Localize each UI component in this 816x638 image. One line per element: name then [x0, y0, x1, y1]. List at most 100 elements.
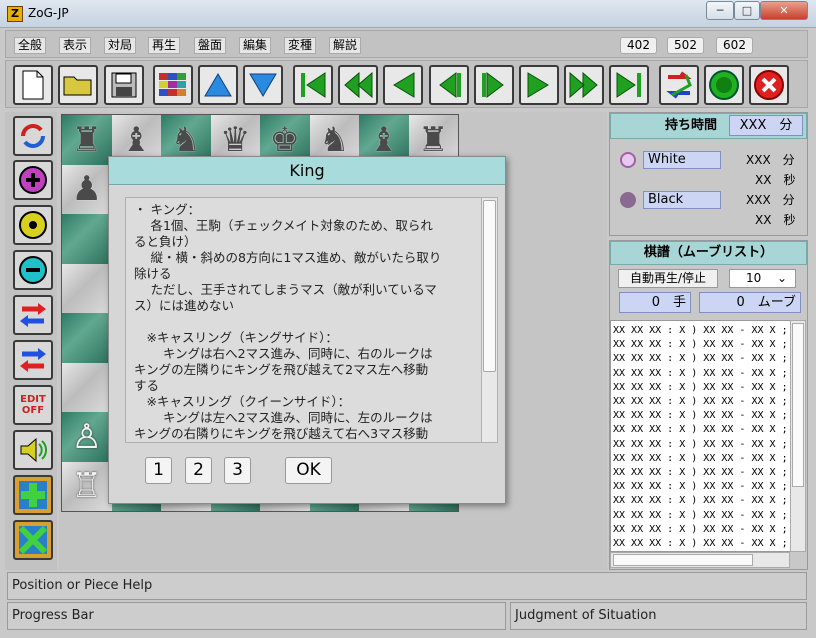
square-a3[interactable]: [62, 362, 112, 412]
move-list-item[interactable]: XX XX XX : X ) XX XX - XX X ; XX: [613, 409, 793, 423]
move-list-item[interactable]: XX XX XX : X ) XX XX - XX X ; XX: [613, 423, 793, 437]
move-list-item[interactable]: XX XX XX : X ) XX XX - XX X ; XX 01: [613, 324, 793, 338]
rotate-board-icon[interactable]: [13, 116, 53, 156]
dialog-title: King: [109, 157, 505, 185]
move-list-item[interactable]: XX XX XX : X ) XX XX - XX X ; XX: [613, 381, 793, 395]
piece-b8[interactable]: ♝: [121, 123, 151, 157]
move-list-item[interactable]: XX XX XX : X ) XX XX - XX X ; XX: [613, 352, 793, 366]
move-list-item[interactable]: XX XX XX : X ) XX XX - XX X ; XX: [613, 466, 793, 480]
black-minutes: XXX 分: [746, 193, 795, 207]
new-file-icon[interactable]: [13, 65, 53, 105]
move-list-item[interactable]: XX XX XX : X ) XX XX - XX X ; XX: [613, 523, 793, 537]
dialog-scroll-thumb[interactable]: [483, 200, 496, 372]
menu-general[interactable]: 全般: [14, 37, 47, 54]
white-player-name[interactable]: White: [643, 151, 721, 169]
page-1-button[interactable]: 1: [145, 457, 172, 484]
board-colors-icon[interactable]: [153, 65, 193, 105]
menu-board[interactable]: 盤面: [194, 37, 227, 54]
square-a4[interactable]: [62, 313, 112, 363]
square-a2[interactable]: ♙: [62, 412, 112, 462]
down-arrow-icon[interactable]: [243, 65, 283, 105]
step-back-icon[interactable]: [429, 65, 469, 105]
dialog-scrollbar[interactable]: [481, 197, 498, 443]
move-list-item[interactable]: XX XX XX : X ) XX XX - XX X ; XX: [613, 395, 793, 409]
maximize-button[interactable]: □: [734, 1, 760, 20]
white-seconds: XX 秒: [755, 173, 796, 187]
dot-icon[interactable]: [13, 205, 53, 245]
piece-h8[interactable]: ♜: [418, 123, 448, 157]
page-3-button[interactable]: 3: [224, 457, 251, 484]
fast-back-icon[interactable]: [338, 65, 378, 105]
close-button[interactable]: ✕: [760, 1, 808, 20]
piece-a2[interactable]: ♙: [72, 420, 102, 454]
minimize-button[interactable]: ─: [706, 1, 734, 20]
zoom-out-icon[interactable]: [13, 520, 53, 560]
piece-c8[interactable]: ♞: [171, 123, 201, 157]
dialog-text: ・ キング： 各1個、王駒（チェックメイト対象のため、取られ ると負け） 縦・横…: [125, 197, 482, 443]
movelist-hscroll-thumb[interactable]: [613, 554, 753, 566]
judgment-status: Judgment of Situation: [510, 602, 807, 630]
stop-icon[interactable]: [749, 65, 789, 105]
square-a8[interactable]: ♜: [62, 115, 112, 165]
menu-commentary[interactable]: 解説: [329, 37, 362, 54]
square-a6[interactable]: [62, 214, 112, 264]
open-folder-icon[interactable]: [58, 65, 98, 105]
last-move-icon[interactable]: [609, 65, 649, 105]
black-player-name[interactable]: Black: [643, 191, 721, 209]
move-list-item[interactable]: XX XX XX : X ) XX XX - XX X ; XX: [613, 494, 793, 508]
piece-e8[interactable]: ♚: [270, 123, 300, 157]
speed-select[interactable]: 10 ⌄: [729, 269, 796, 288]
movelist-vscroll[interactable]: [790, 320, 806, 552]
plus-icon[interactable]: [13, 160, 53, 200]
auto-play-button[interactable]: 自動再生/停止: [618, 269, 718, 288]
movelist-vscroll-thumb[interactable]: [792, 323, 804, 487]
minus-icon[interactable]: [13, 250, 53, 290]
square-a7[interactable]: ♟: [62, 164, 112, 214]
swap-red-blue-icon[interactable]: [13, 295, 53, 335]
piece-a1[interactable]: ♖: [72, 469, 102, 503]
up-arrow-icon[interactable]: [198, 65, 238, 105]
menu-variant[interactable]: 変種: [284, 37, 317, 54]
move-list-item[interactable]: XX XX XX : X ) XX XX - XX X ; XX: [613, 338, 793, 352]
menu-game[interactable]: 対局: [104, 37, 137, 54]
title-bar: [0, 0, 816, 28]
view-602-button[interactable]: 602: [716, 37, 753, 54]
square-a5[interactable]: [62, 263, 112, 313]
swap-blue-red-icon[interactable]: [13, 340, 53, 380]
fast-forward-icon[interactable]: [564, 65, 604, 105]
forward-icon[interactable]: [519, 65, 559, 105]
move-list[interactable]: XX XX XX : X ) XX XX - XX X ; XX 01XX XX…: [610, 320, 794, 552]
menu-replay[interactable]: 再生: [148, 37, 181, 54]
move-count: 0 手: [619, 292, 691, 313]
movelist-hscroll[interactable]: [610, 552, 790, 568]
ok-button[interactable]: OK: [285, 457, 332, 484]
move-list-item[interactable]: XX XX XX : X ) XX XX - XX X ; XX: [613, 367, 793, 381]
sound-icon[interactable]: [13, 430, 53, 470]
movelist-title: 棋譜（ムーブリスト）: [610, 241, 807, 265]
piece-g8[interactable]: ♝: [369, 123, 399, 157]
piece-d8[interactable]: ♛: [220, 123, 250, 157]
edit-off-icon[interactable]: EDIT OFF: [13, 385, 53, 425]
page-2-button[interactable]: 2: [185, 457, 212, 484]
move-list-item[interactable]: XX XX XX : X ) XX XX - XX X ; XX: [613, 438, 793, 452]
go-icon[interactable]: [704, 65, 744, 105]
piece-a7[interactable]: ♟: [72, 172, 102, 206]
menu-view[interactable]: 表示: [59, 37, 92, 54]
move-list-item[interactable]: XX XX XX : X ) XX XX - XX X ; XX: [613, 537, 793, 551]
move-list-item[interactable]: XX XX XX : X ) XX XX - XX X ; XX: [613, 480, 793, 494]
move-list-item[interactable]: XX XX XX : X ) XX XX - XX X ; XX: [613, 452, 793, 466]
view-402-button[interactable]: 402: [620, 37, 657, 54]
move-list-item[interactable]: XX XX XX : X ) XX XX - XX X ; XX: [613, 509, 793, 523]
menu-edit[interactable]: 編集: [239, 37, 272, 54]
view-502-button[interactable]: 502: [667, 37, 704, 54]
piece-a8[interactable]: ♜: [72, 123, 102, 157]
zoom-in-icon[interactable]: [13, 475, 53, 515]
piece-f8[interactable]: ♞: [319, 123, 349, 157]
back-icon[interactable]: [383, 65, 423, 105]
swap-sides-icon[interactable]: [659, 65, 699, 105]
first-move-icon[interactable]: [293, 65, 333, 105]
save-disk-icon[interactable]: [104, 65, 144, 105]
square-a1[interactable]: ♖: [62, 461, 112, 511]
speed-value: 10: [746, 271, 762, 285]
step-forward-icon[interactable]: [474, 65, 514, 105]
